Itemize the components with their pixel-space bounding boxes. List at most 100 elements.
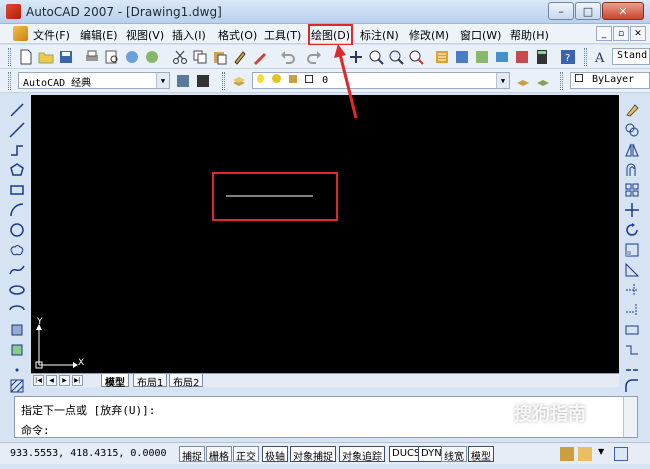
workspace-combo[interactable]: AutoCAD 经典 ▼: [18, 72, 170, 89]
tool-palettes-icon[interactable]: [474, 49, 490, 65]
new-file-icon[interactable]: [18, 49, 34, 65]
polygon-icon[interactable]: [9, 162, 25, 178]
snap-toggle[interactable]: 捕捉: [179, 446, 205, 463]
move-icon[interactable]: [624, 202, 640, 218]
copy-icon[interactable]: [192, 49, 208, 65]
toolbar-grip[interactable]: [8, 72, 11, 90]
doc-close-button[interactable]: ✕: [630, 26, 646, 41]
design-center-icon[interactable]: [454, 49, 470, 65]
open-folder-icon[interactable]: [38, 49, 54, 65]
tab-layout2[interactable]: 布局2: [169, 374, 204, 389]
arc-icon[interactable]: [9, 202, 25, 218]
cut-icon[interactable]: [172, 49, 188, 65]
line-icon[interactable]: [9, 102, 25, 118]
insert-block-icon[interactable]: [9, 322, 25, 338]
fillet-icon[interactable]: [624, 378, 640, 394]
trim-icon[interactable]: [624, 282, 640, 298]
menu-dimension[interactable]: 标注(N): [360, 27, 399, 43]
toolbar-grip[interactable]: [584, 48, 587, 66]
help-icon[interactable]: ?: [560, 49, 576, 65]
tab-layout1[interactable]: 布局1: [133, 374, 168, 389]
menu-file[interactable]: 文件(F): [33, 27, 70, 43]
construction-line-icon[interactable]: [9, 122, 25, 138]
properties-icon[interactable]: [434, 49, 450, 65]
redo-icon[interactable]: [306, 49, 322, 65]
toolbar-grip[interactable]: [8, 48, 11, 66]
grid-toggle[interactable]: 栅格: [206, 446, 232, 463]
workspace-save-icon[interactable]: [195, 73, 211, 89]
menu-insert[interactable]: 插入(I): [172, 27, 206, 43]
menu-view[interactable]: 视图(V): [126, 27, 164, 43]
lineweight-toggle[interactable]: 线宽: [441, 446, 467, 463]
coordinate-readout[interactable]: 933.5553, 418.4315, 0.0000: [10, 448, 167, 459]
next-tab-icon[interactable]: ▶: [59, 375, 70, 386]
communication-center-icon[interactable]: [560, 447, 574, 461]
match-properties-icon[interactable]: [232, 49, 248, 65]
paste-icon[interactable]: [212, 49, 228, 65]
menu-help[interactable]: 帮助(H): [510, 27, 549, 43]
rotate-icon[interactable]: [624, 222, 640, 238]
zoom-window-icon[interactable]: [388, 49, 404, 65]
ellipse-icon[interactable]: [9, 282, 25, 298]
chevron-down-icon[interactable]: ▼: [598, 447, 612, 461]
print-icon[interactable]: [84, 49, 100, 65]
menu-tools[interactable]: 工具(T): [264, 27, 301, 43]
undo-icon[interactable]: [280, 49, 296, 65]
sphere-icon[interactable]: [144, 49, 160, 65]
minimize-button[interactable]: –: [548, 2, 574, 20]
prev-tab-icon[interactable]: ◀: [46, 375, 57, 386]
make-current-layer-icon[interactable]: [515, 73, 531, 89]
sheet-set-icon[interactable]: [494, 49, 510, 65]
join-icon[interactable]: [624, 342, 640, 358]
toolbar-grip[interactable]: [560, 72, 563, 90]
chamfer-icon[interactable]: [624, 362, 640, 378]
polar-toggle[interactable]: 极轴: [262, 446, 288, 463]
calculator-icon[interactable]: [534, 49, 550, 65]
make-block-icon[interactable]: [9, 342, 25, 358]
menu-modify[interactable]: 修改(M): [409, 27, 449, 43]
scale-icon[interactable]: [624, 242, 640, 258]
break-icon[interactable]: [624, 322, 640, 338]
copy-object-icon[interactable]: [624, 122, 640, 138]
markup-icon[interactable]: [514, 49, 530, 65]
ortho-toggle[interactable]: 正交: [233, 446, 259, 463]
menu-window[interactable]: 窗口(W): [460, 27, 501, 43]
autocad-app-icon[interactable]: [6, 4, 21, 19]
command-scrollbar[interactable]: [623, 397, 637, 437]
stretch-icon[interactable]: [624, 262, 640, 278]
clean-screen-icon[interactable]: [614, 447, 628, 461]
doc-restore-button[interactable]: ▫: [613, 26, 629, 41]
document-icon[interactable]: [13, 26, 28, 41]
publish-icon[interactable]: [124, 49, 140, 65]
circle-icon[interactable]: [9, 222, 25, 238]
first-tab-icon[interactable]: |◀: [33, 375, 44, 386]
layer-manager-icon[interactable]: [231, 73, 247, 89]
point-icon[interactable]: [9, 362, 25, 378]
model-toggle[interactable]: 模型: [468, 446, 494, 463]
layer-combo[interactable]: 0 ▼: [252, 72, 510, 89]
otrack-toggle[interactable]: 对象追踪: [339, 446, 385, 463]
tab-model[interactable]: 模型: [101, 374, 129, 389]
close-button[interactable]: ✕: [602, 2, 644, 20]
drawing-canvas[interactable]: Y X: [31, 95, 619, 373]
menu-draw[interactable]: 绘图(D): [307, 24, 354, 46]
layer-previous-icon[interactable]: [535, 73, 551, 89]
block-editor-icon[interactable]: [252, 49, 268, 65]
rectangle-icon[interactable]: [9, 182, 25, 198]
text-style-combo[interactable]: Stand: [612, 48, 650, 65]
linetype-combo[interactable]: ByLayer: [570, 72, 650, 89]
offset-icon[interactable]: [624, 162, 640, 178]
osnap-toggle[interactable]: 对象捕捉: [290, 446, 336, 463]
polyline-icon[interactable]: [9, 142, 25, 158]
lock-toolbar-icon[interactable]: [578, 447, 592, 461]
toolbar-grip[interactable]: [222, 72, 225, 90]
save-icon[interactable]: [58, 49, 74, 65]
erase-icon[interactable]: [624, 102, 640, 118]
spline-icon[interactable]: [9, 262, 25, 278]
doc-minimize-button[interactable]: _: [596, 26, 612, 41]
revision-cloud-icon[interactable]: [9, 242, 25, 258]
menu-edit[interactable]: 编辑(E): [80, 27, 118, 43]
maximize-button[interactable]: □: [575, 2, 601, 20]
zoom-previous-icon[interactable]: [408, 49, 424, 65]
extend-icon[interactable]: [624, 302, 640, 318]
